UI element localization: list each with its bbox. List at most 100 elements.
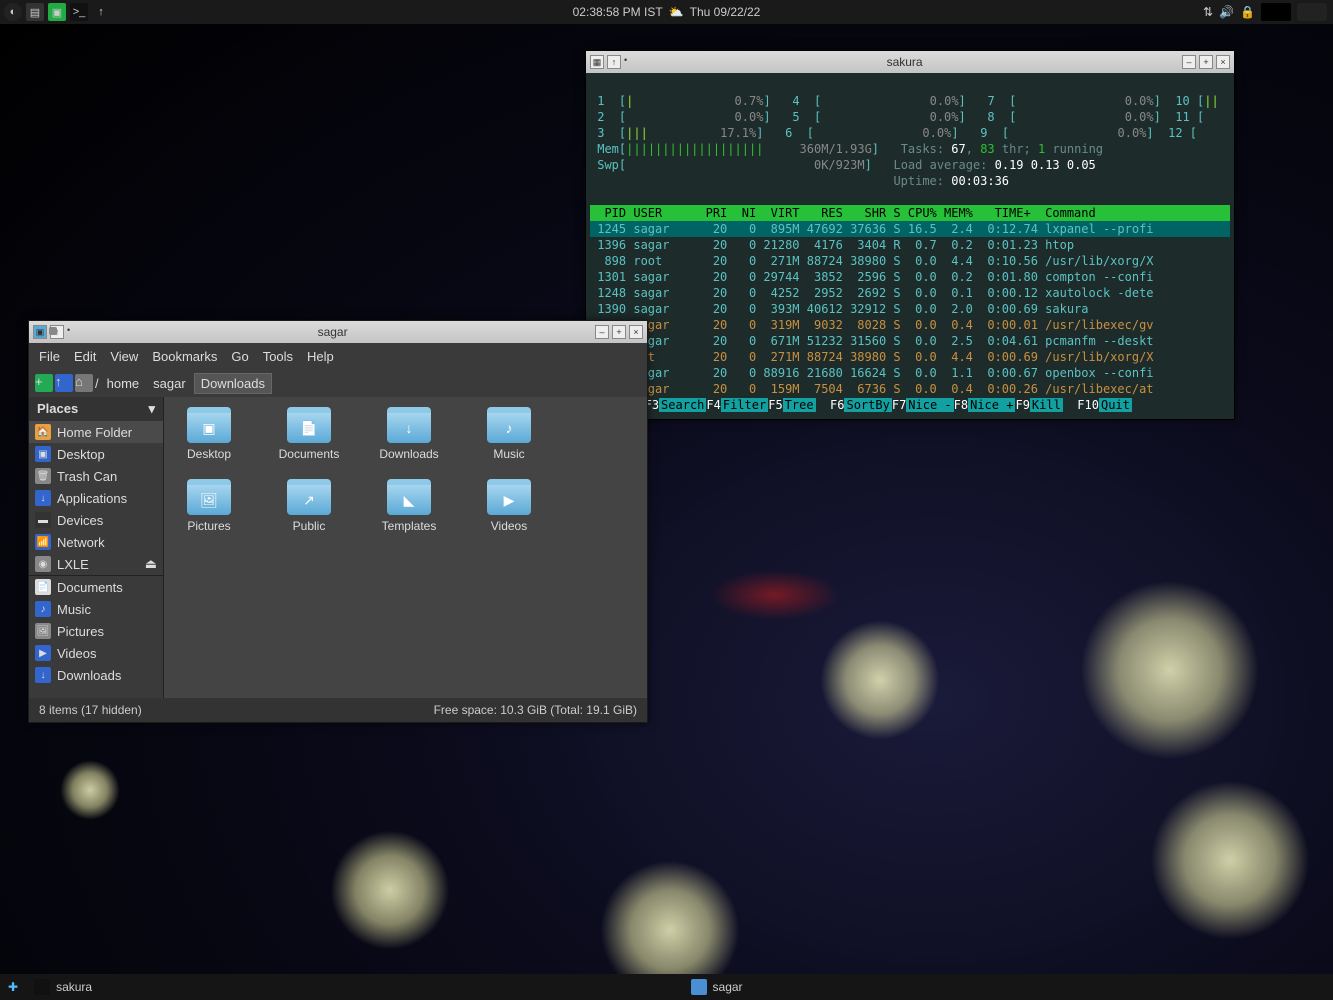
taskbar-sakura[interactable]: sakura: [26, 976, 100, 998]
sidebar-header[interactable]: Places▾: [29, 397, 163, 421]
menu-icon[interactable]: ◐: [4, 3, 22, 21]
sakura-window: ▦ ↑ • sakura – + × 1 [| 0.7%] 4 [ 0.0%] …: [585, 50, 1235, 420]
folder-pictures[interactable]: 🖼Pictures: [174, 479, 244, 533]
close-button[interactable]: ×: [629, 325, 643, 339]
breadcrumb-downloads[interactable]: Downloads: [194, 373, 272, 394]
status-items: 8 items (17 hidden): [39, 703, 142, 717]
menu-bookmarks[interactable]: Bookmarks: [152, 349, 217, 364]
sidebar-item-lxle[interactable]: ◉LXLE⏏: [29, 553, 163, 576]
weather-icon: ⛅: [669, 5, 684, 19]
sidebar-item-apps[interactable]: ↓Applications: [29, 487, 163, 509]
panel-clock[interactable]: 02:38:58 PM IST ⛅ Thu 09/22/22: [573, 5, 761, 19]
up-icon[interactable]: ↑: [92, 3, 110, 21]
menu-file[interactable]: File: [39, 349, 60, 364]
panel-launchers: ◐ ▤ ▣ >_ ↑: [0, 1, 114, 23]
terminal-launcher-icon[interactable]: >_: [70, 3, 88, 21]
terminal-icon: [34, 979, 50, 995]
folder-icon: ↓: [387, 407, 431, 443]
sidebar-item-documents[interactable]: 📄Documents: [29, 576, 163, 598]
sidebar-item-music[interactable]: ♪Music: [29, 598, 163, 620]
maximize-button[interactable]: +: [1199, 55, 1213, 69]
sidebar-item-home[interactable]: 🏠Home Folder: [29, 421, 163, 443]
folder-icon: [691, 979, 707, 995]
clock-text: 02:38:58 PM IST: [573, 5, 663, 19]
taskbar-filemanager[interactable]: sagar: [683, 976, 751, 998]
eject-icon: ⏏: [145, 556, 157, 572]
htop-selected-row[interactable]: 1245 sagar 20 0 895M 47692 37636 S 16.5 …: [590, 221, 1230, 237]
menu-tools[interactable]: Tools: [263, 349, 293, 364]
htop-row[interactable]: 1396 sagar 20 0 21280 4176 3404 R 0.7 0.…: [590, 237, 1230, 253]
htop-row[interactable]: sagar 20 0 88916 21680 16624 S 0.0 1.1 0…: [590, 365, 1230, 381]
sidebar-item-desktop[interactable]: ▣Desktop: [29, 443, 163, 465]
folder-documents[interactable]: 📄Documents: [274, 407, 344, 461]
folder-music[interactable]: ♪Music: [474, 407, 544, 461]
sidebar-item-devices[interactable]: ▬Devices: [29, 509, 163, 531]
maximize-button[interactable]: +: [612, 325, 626, 339]
menu-help[interactable]: Help: [307, 349, 334, 364]
fm-sidebar: Places▾ 🏠Home Folder ▣Desktop 🗑Trash Can…: [29, 397, 164, 698]
minimize-button[interactable]: –: [595, 325, 609, 339]
htop-row[interactable]: 1390 sagar 20 0 393M 40612 32912 S 0.0 2…: [590, 301, 1230, 317]
volume-icon[interactable]: 🔊: [1219, 5, 1234, 19]
up-dir-icon[interactable]: ↑: [55, 374, 73, 392]
file-manager-window: ▣ ↑ • sagar – + × File Edit View Bookmar…: [28, 320, 648, 723]
date-text: Thu 09/22/22: [690, 5, 761, 19]
bottom-panel: ✚ sakura sagar: [0, 974, 1333, 1000]
fm-title: sagar: [70, 325, 595, 339]
panel-tray: ⇅ 🔊 🔒: [1197, 1, 1333, 23]
fm-rollup-icon[interactable]: ↑: [50, 325, 64, 339]
fm-sysmenu-icon[interactable]: ▣: [33, 325, 47, 339]
folder-downloads[interactable]: ↓Downloads: [374, 407, 444, 461]
menu-edit[interactable]: Edit: [74, 349, 96, 364]
fm-menubar: File Edit View Bookmarks Go Tools Help: [29, 343, 647, 369]
fm-titlebar[interactable]: ▣ ↑ • sagar – + ×: [29, 321, 647, 343]
folder-videos[interactable]: ▶Videos: [474, 479, 544, 533]
terminal-output[interactable]: 1 [| 0.7%] 4 [ 0.0%] 7 [ 0.0%] 10 [|| 1.…: [586, 73, 1234, 419]
show-desktop-button[interactable]: ✚: [0, 977, 26, 997]
chevron-down-icon: ▾: [148, 401, 155, 417]
sakura-sysmenu-icon[interactable]: ▦: [590, 55, 604, 69]
editor-launcher-icon[interactable]: ▣: [48, 3, 66, 21]
status-freespace: Free space: 10.3 GiB (Total: 19.1 GiB): [434, 703, 637, 717]
sidebar-item-trash[interactable]: 🗑Trash Can: [29, 465, 163, 487]
menu-go[interactable]: Go: [231, 349, 248, 364]
close-button[interactable]: ×: [1216, 55, 1230, 69]
fm-toolbar: + ↑ ⌂ / home sagar Downloads: [29, 369, 647, 397]
sakura-titlebar[interactable]: ▦ ↑ • sakura – + ×: [586, 51, 1234, 73]
folder-icon: 🖼: [187, 479, 231, 515]
htop-row[interactable]: 1301 sagar 20 0 29744 3852 2596 S 0.0 0.…: [590, 269, 1230, 285]
folder-icon: ▣: [187, 407, 231, 443]
sidebar-item-network[interactable]: 📶Network: [29, 531, 163, 553]
tray-box-2[interactable]: [1297, 3, 1327, 21]
htop-row[interactable]: 898 root 20 0 271M 88724 38980 S 0.0 4.4…: [590, 253, 1230, 269]
network-icon[interactable]: ⇅: [1203, 5, 1213, 19]
home-dir-icon[interactable]: ⌂: [75, 374, 93, 392]
htop-row[interactable]: oot 20 0 271M 88724 38980 S 0.0 4.4 0:00…: [590, 349, 1230, 365]
sakura-rollup-icon[interactable]: ↑: [607, 55, 621, 69]
htop-row[interactable]: sagar 20 0 671M 51232 31560 S 0.0 2.5 0:…: [590, 333, 1230, 349]
menu-view[interactable]: View: [110, 349, 138, 364]
fm-statusbar: 8 items (17 hidden) Free space: 10.3 GiB…: [29, 698, 647, 722]
lock-icon[interactable]: 🔒: [1240, 5, 1255, 19]
folder-desktop[interactable]: ▣Desktop: [174, 407, 244, 461]
folder-icon: ▶: [487, 479, 531, 515]
fm-folder-view[interactable]: ▣Desktop 📄Documents ↓Downloads ♪Music 🖼P…: [164, 397, 647, 698]
files-launcher-icon[interactable]: ▤: [26, 3, 44, 21]
htop-row[interactable]: sagar 20 0 159M 7504 6736 S 0.0 0.4 0:00…: [590, 381, 1230, 397]
folder-icon: ↗: [287, 479, 331, 515]
htop-row[interactable]: 1248 sagar 20 0 4252 2952 2692 S 0.0 0.1…: [590, 285, 1230, 301]
breadcrumb-home[interactable]: home: [101, 374, 146, 393]
sakura-title: sakura: [627, 55, 1182, 69]
htop-row[interactable]: sagar 20 0 319M 9032 8028 S 0.0 0.4 0:00…: [590, 317, 1230, 333]
folder-public[interactable]: ↗Public: [274, 479, 344, 533]
minimize-button[interactable]: –: [1182, 55, 1196, 69]
folder-templates[interactable]: ◣Templates: [374, 479, 444, 533]
sidebar-item-videos[interactable]: ▶Videos: [29, 642, 163, 664]
sidebar-item-downloads[interactable]: ↓Downloads: [29, 664, 163, 686]
sidebar-item-pictures[interactable]: 🖼Pictures: [29, 620, 163, 642]
tray-box-1[interactable]: [1261, 3, 1291, 21]
breadcrumb-sagar[interactable]: sagar: [147, 374, 192, 393]
folder-icon: ♪: [487, 407, 531, 443]
top-panel: ◐ ▤ ▣ >_ ↑ 02:38:58 PM IST ⛅ Thu 09/22/2…: [0, 0, 1333, 24]
new-tab-icon[interactable]: +: [35, 374, 53, 392]
